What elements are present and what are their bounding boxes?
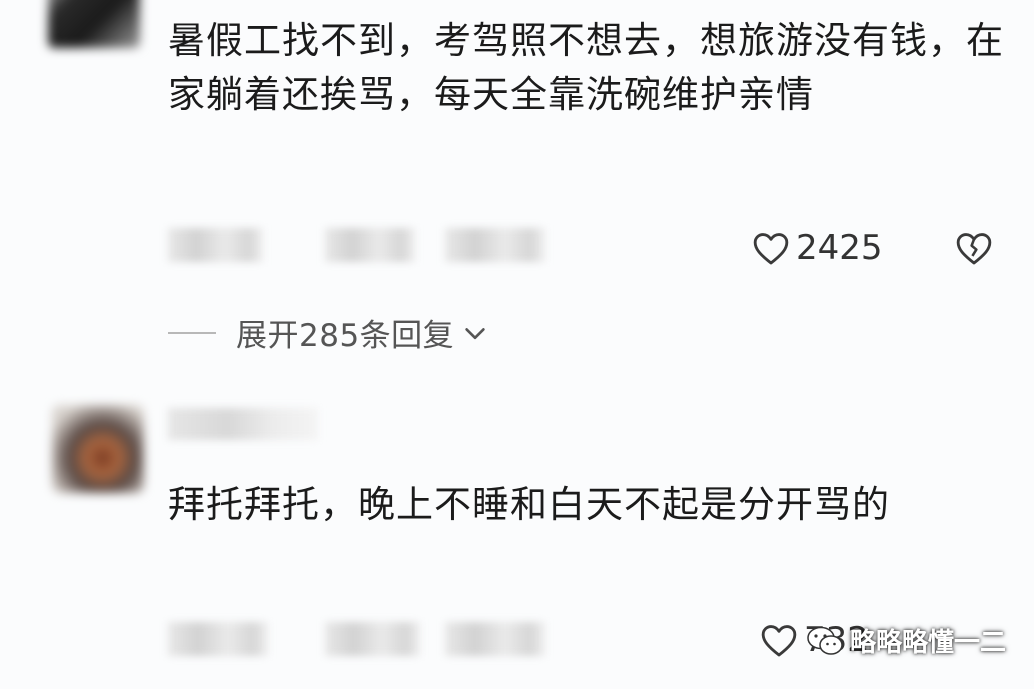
heart-outline-icon [761, 625, 797, 657]
watermark-text: 略略略懂一二 [849, 628, 1006, 658]
heart-outline-icon [753, 233, 789, 265]
expand-replies-button[interactable]: 展开285条回复 [168, 310, 490, 355]
like-count: 2425 [796, 228, 883, 268]
avatar[interactable] [48, 0, 140, 48]
avatar[interactable] [52, 405, 144, 493]
reply-button[interactable] [445, 622, 545, 656]
chevron-down-icon [465, 327, 485, 339]
comment-meta-location [325, 622, 420, 656]
watermark: 略略略懂一二 [806, 622, 1006, 659]
like-button[interactable]: 2425 [752, 228, 883, 268]
comment-text: 拜托拜托，晚上不睡和白天不起是分开骂的 [168, 483, 890, 526]
expand-replies-label: 展开285条回复 [236, 318, 455, 354]
comment-meta-location [325, 228, 415, 262]
comment-meta-date [168, 228, 263, 262]
reply-button[interactable] [445, 228, 545, 262]
divider-line [168, 331, 216, 334]
comment-text: 暑假工找不到，考驾照不想去，想旅游没有钱，在家躺着还挨骂，每天全靠洗碗维护亲情 [168, 19, 1004, 116]
broken-heart-icon [956, 233, 992, 265]
comment-meta-date [168, 622, 268, 656]
wechat-icon [807, 626, 843, 655]
dislike-button[interactable] [955, 230, 993, 270]
username[interactable] [168, 408, 318, 440]
